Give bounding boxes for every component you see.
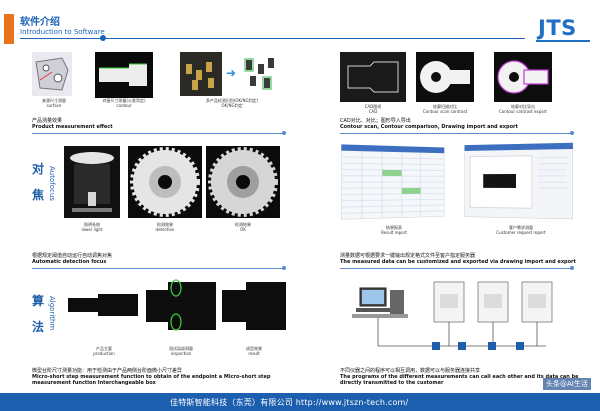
left-row3-title: 微型台阶尺寸测量功能：用于检测由于产品两侧台阶面微小尺寸差异 Micro-sho… [32,368,271,386]
left-row1-rule [32,133,282,134]
right-row2-title: 测量数据可根据要求一键输出规定格式文件至客户指定服务器 The measured… [340,253,576,265]
image-surface-part [32,52,72,96]
algorithm-label-1: 算 [32,294,45,308]
left-row1-rule-dot [282,131,286,135]
left-row1-title: 产品测量效果 Product measurement effect [32,118,113,130]
header-rule-dot [100,35,106,41]
image-multi-product [180,52,222,96]
page-subtitle: Introduction to Software [20,28,105,36]
caption-customer-report: 客户需求测量 Customer request report [496,225,546,235]
autofocus-label-1: 对 [32,162,45,176]
right-row2-rule [340,268,570,269]
left-row2-title: 根据规定阈值自动运行自动调焦对焦 Automatic detection foc… [32,253,113,265]
caption-lighting: 照明系统 lower light [81,222,103,232]
image-multi-product-result [240,52,282,96]
autofocus-label-2: 焦 [32,188,45,202]
autofocus-label-en: Autofocus [48,166,56,201]
caption-shaft-result: 成型效果 result [246,346,262,356]
caption-contour: 对接尺寸测量(公差判定) contour [102,98,146,108]
image-contour-scan [416,52,474,102]
right-row2-rule-dot [570,266,574,270]
header-rule [20,38,525,39]
logo-underline [536,40,590,42]
image-customer-report [464,142,573,220]
image-gear-result [206,146,280,218]
image-contour-part [95,52,153,98]
image-shaft-inspection [146,276,216,336]
company-logo: JTS [538,16,577,40]
image-lighting-system [64,146,120,218]
caption-surface: 来源尺寸测量 surface [42,98,66,108]
caption-shaft-inspection: 测试局部测量 inspection [169,346,193,356]
image-cad-drawing [340,52,406,102]
caption-shaft-product: 产品主要 production [93,346,115,356]
footer-company: 佳特斯智能科技（东莞）有限公司 http://www.jtszn-tech.co… [170,398,409,407]
image-shaft-product [64,280,142,330]
image-gear-detection [128,146,202,218]
image-contour-export [494,52,552,102]
caption-contour-scan: 轮廓扫描对比 Contour scan contrast [422,104,468,114]
caption-cad: CAD图纸 CAD [364,104,382,114]
arrow-icon: ➜ [226,66,237,80]
left-row2-rule [32,268,282,269]
algorithm-label-en: Algorithm [48,296,56,331]
caption-result-report: 结果报表 Result report [381,225,407,235]
caption-detection: 检测效果 detection [155,222,175,232]
left-row2-rule-dot [282,266,286,270]
algorithm-label-2: 法 [32,320,45,334]
caption-contour-export: 轮廓对比导出 Contour contrast export [499,104,547,114]
caption-multi-product: 多产品检测识别(OK/NG判定) OK/NG判定 [205,98,259,108]
right-row1-rule-dot [570,131,574,135]
right-row1-title: CAD对比、对比；图形导入导出 Contour scan, Contour co… [340,118,518,130]
page-title: 软件介绍 [20,17,60,28]
caption-result: 检测结果 OK [235,222,251,232]
network-diagram [346,276,566,362]
right-row1-rule [340,133,570,134]
header-accent-bar [4,14,14,44]
image-shaft-result [222,276,286,336]
image-result-report [341,144,445,220]
watermark: 头条@AI生活 [543,378,591,390]
